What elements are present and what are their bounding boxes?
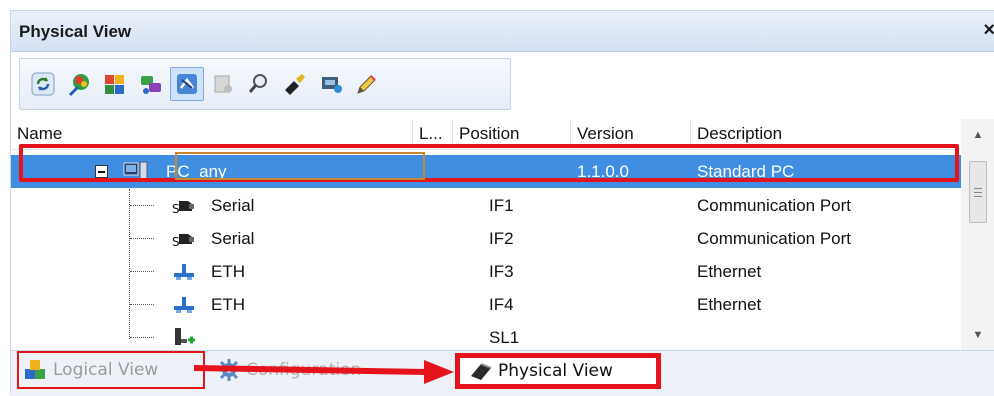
connect-view-icon [177,74,197,94]
connect-button[interactable] [170,67,204,101]
table-row[interactable]: ETH IF3 Ethernet [11,255,961,288]
edit-pencil-icon [357,75,376,94]
refresh-icon [31,72,55,96]
row-name: ETH [211,262,245,281]
row-name: ETH [211,295,245,314]
find-button[interactable] [242,67,276,101]
table-row[interactable]: S Serial IF1 Communication Port [11,189,961,222]
physical-view-icon [471,363,492,380]
row-description: Ethernet [697,295,762,314]
highlight-name-cell [175,152,425,180]
tab-physical-view[interactable]: Physical View [455,353,661,389]
edit-button[interactable] [350,67,384,101]
physical-view-panel: Physical View × Name L... Position Versi… [10,10,994,396]
scroll-up-arrow-icon[interactable]: ▲ [961,121,994,149]
close-button[interactable]: × [983,19,994,42]
svg-text:S: S [172,202,180,216]
highlight-selected-row [19,144,959,182]
plug-button[interactable] [278,67,312,101]
scroll-thumb[interactable] [969,161,987,223]
color-palette-icon [69,74,89,96]
find-icon [248,74,267,93]
table-row[interactable]: S Serial IF2 Communication Port [11,222,961,255]
row-position: IF3 [489,262,514,281]
tab-logical-label: Logical View [53,360,159,380]
disabled-button[interactable] [206,67,240,101]
row-name: Serial [211,196,255,215]
hardware-catalog-icon [105,75,124,94]
color-button[interactable] [62,67,96,101]
network-view-icon [141,76,161,94]
row-position: IF4 [489,295,514,314]
network-button[interactable] [134,67,168,101]
row-description: Communication Port [697,229,852,248]
vertical-scrollbar[interactable]: ▲ ▼ [961,119,994,351]
row-description: Communication Port [697,196,852,215]
scroll-down-arrow-icon[interactable]: ▼ [961,321,994,349]
logical-view-icon [25,360,45,379]
row-name: Serial [211,229,255,248]
row-position: IF1 [489,196,514,215]
view-tab-bar: Logical View Configuration Physical View [11,350,994,396]
refresh-button[interactable] [26,67,60,101]
panel-title: Physical View [19,22,132,41]
tab-logical-view[interactable]: Logical View [17,351,205,389]
device-button[interactable] [314,67,348,101]
table-row[interactable]: ETH IF4 Ethernet [11,288,961,321]
row-position: IF2 [489,229,514,248]
panel-titlebar: Physical View × [11,11,994,52]
ethernet-icon [171,294,197,316]
row-description: Ethernet [697,262,762,281]
tab-physical-label: Physical View [498,361,613,381]
ethernet-icon [171,261,197,283]
serial-port-icon: S [171,195,197,217]
module-plug-icon [285,74,305,95]
device-icon [322,77,342,93]
disabled-module-icon [214,75,232,93]
slot-add-icon [171,326,197,348]
svg-text:S: S [172,235,180,249]
serial-port-icon: S [171,228,197,250]
toolbar [19,58,511,110]
annotation-arrow [193,360,454,384]
catalog-button[interactable] [98,67,132,101]
